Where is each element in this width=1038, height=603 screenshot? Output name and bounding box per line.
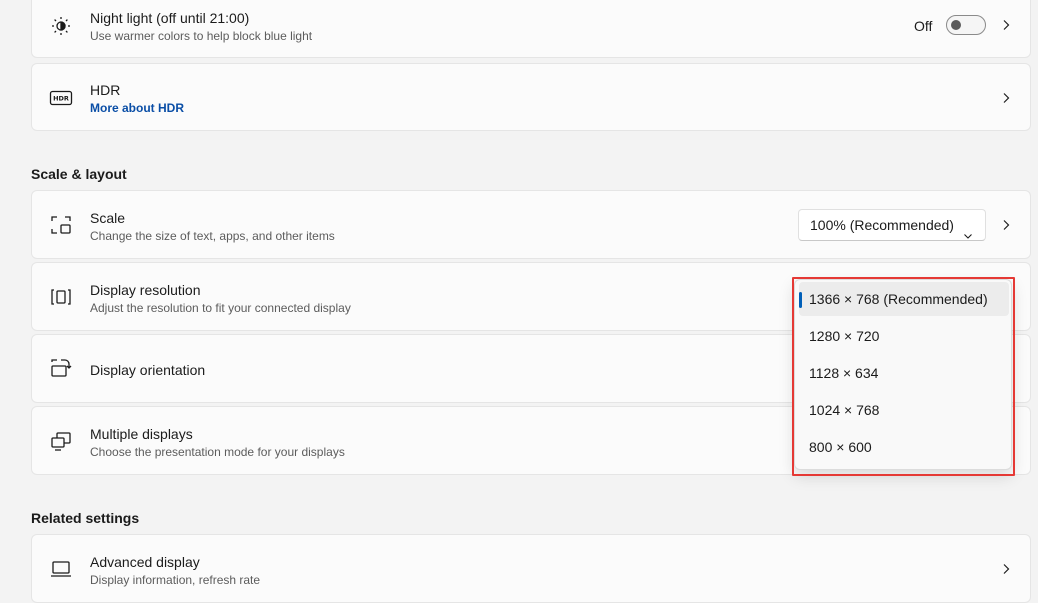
- section-title-scale-layout: Scale & layout: [31, 166, 127, 182]
- scale-description: Change the size of text, apps, and other…: [90, 229, 335, 243]
- chevron-right-icon[interactable]: [1000, 219, 1012, 231]
- resolution-option[interactable]: 1366 × 768 (Recommended): [799, 282, 1009, 316]
- toggle-knob: [951, 20, 961, 30]
- orientation-icon: [49, 357, 73, 381]
- hdr-badge-text: HDR: [53, 95, 69, 103]
- advanced-display-description: Display information, refresh rate: [90, 573, 261, 587]
- section-title-related-settings: Related settings: [31, 510, 140, 526]
- night-light-card[interactable]: Night light (off until 21:00) Use warmer…: [31, 0, 1031, 58]
- display-resolution-description: Adjust the resolution to fit your connec…: [90, 301, 351, 315]
- chevron-down-icon: [963, 221, 973, 239]
- resolution-icon: [49, 285, 73, 309]
- laptop-icon: [49, 557, 73, 581]
- resolution-option[interactable]: 1024 × 768: [799, 393, 1009, 427]
- multiple-displays-title: Multiple displays: [90, 426, 193, 442]
- resolution-option[interactable]: 1128 × 634: [799, 356, 1009, 390]
- display-orientation-title: Display orientation: [90, 362, 206, 378]
- scale-card[interactable]: Scale Change the size of text, apps, and…: [31, 190, 1031, 259]
- multiple-displays-icon: [49, 429, 73, 453]
- scale-dropdown-value: 100% (Recommended): [810, 217, 954, 233]
- chevron-right-icon[interactable]: [1000, 92, 1012, 104]
- resolution-option[interactable]: 800 × 600: [799, 430, 1009, 464]
- resolution-dropdown-list: 1366 × 768 (Recommended) 1280 × 720 1128…: [794, 279, 1012, 470]
- advanced-display-title: Advanced display: [90, 554, 200, 570]
- resolution-option[interactable]: 1280 × 720: [799, 319, 1009, 353]
- night-light-description: Use warmer colors to help block blue lig…: [90, 29, 313, 43]
- chevron-right-icon[interactable]: [1000, 563, 1012, 575]
- hdr-title: HDR: [90, 82, 121, 98]
- scale-title: Scale: [90, 210, 126, 226]
- chevron-right-icon[interactable]: [1000, 19, 1012, 31]
- scale-icon: [49, 213, 73, 237]
- night-light-toggle[interactable]: [946, 15, 986, 35]
- display-resolution-title: Display resolution: [90, 282, 201, 298]
- scale-dropdown[interactable]: 100% (Recommended): [798, 209, 986, 241]
- brightness-icon: [49, 14, 73, 38]
- selection-indicator: [799, 292, 802, 308]
- advanced-display-card[interactable]: Advanced display Display information, re…: [31, 534, 1031, 603]
- night-light-title: Night light (off until 21:00): [90, 10, 250, 26]
- more-about-hdr-link[interactable]: More about HDR: [90, 101, 184, 115]
- multiple-displays-description: Choose the presentation mode for your di…: [90, 445, 345, 459]
- night-light-toggle-label: Off: [914, 18, 933, 34]
- hdr-icon: HDR: [49, 86, 73, 110]
- hdr-card[interactable]: HDR HDR More about HDR: [31, 63, 1031, 131]
